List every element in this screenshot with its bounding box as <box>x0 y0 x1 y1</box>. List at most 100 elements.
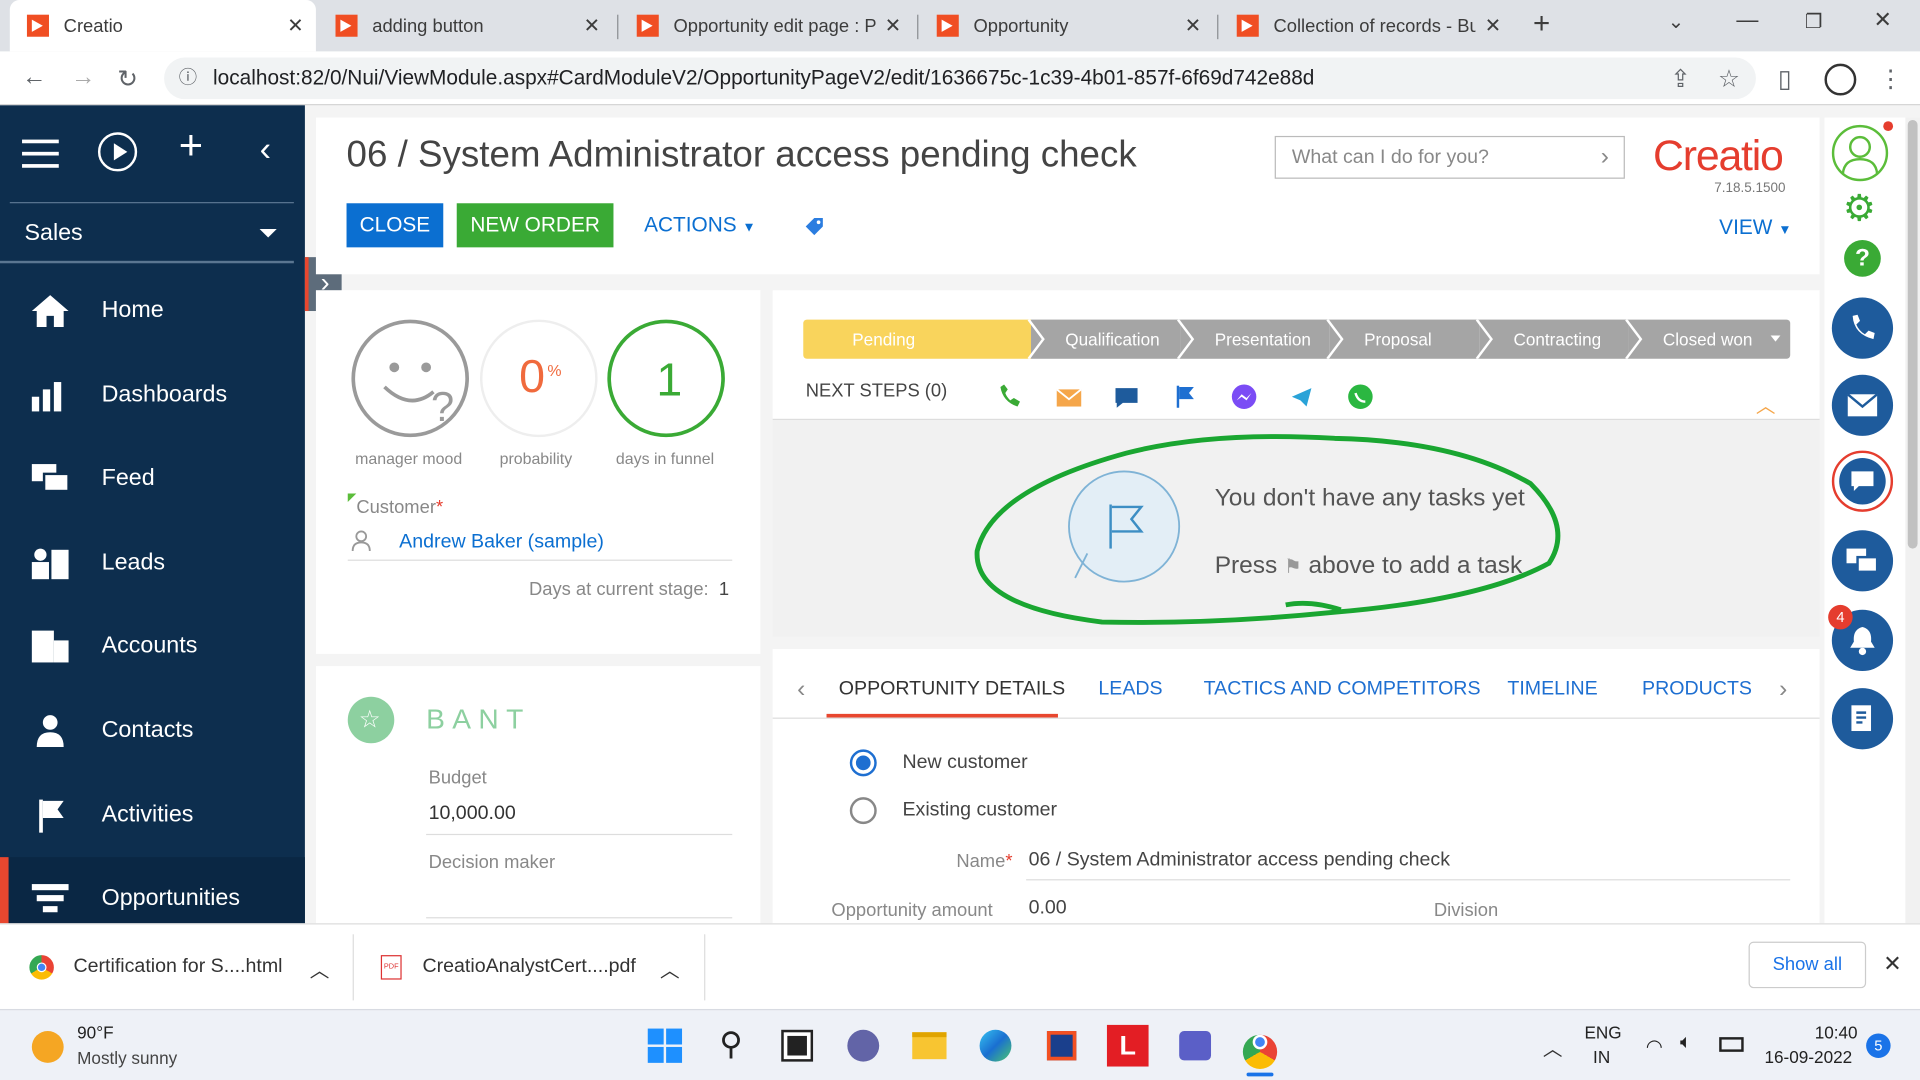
actions-button[interactable]: ACTIONS ▼ <box>644 213 756 237</box>
phone-button[interactable] <box>1831 297 1894 359</box>
browser-menu-icon[interactable]: ⋮ <box>1878 64 1902 95</box>
tab-search-icon[interactable]: ⌄ <box>1668 10 1684 34</box>
download-item-2[interactable]: CreatioAnalystCert....pdf <box>422 956 635 978</box>
next-steps-label[interactable]: NEXT STEPS (0) <box>806 381 948 402</box>
profile-avatar-icon[interactable] <box>1824 63 1857 96</box>
feed-button[interactable] <box>1831 530 1894 592</box>
edge-icon[interactable] <box>975 1025 1017 1067</box>
download-1-menu-icon[interactable]: ︿ <box>310 954 330 983</box>
site-info-icon[interactable]: ⓘ <box>179 58 197 100</box>
sidebar-item-activities[interactable]: Activities <box>0 774 305 857</box>
clock-date[interactable]: 16-09-2022 <box>1764 1047 1852 1067</box>
close-button[interactable]: CLOSE <box>346 203 444 248</box>
manager-mood-gauge[interactable]: ? <box>351 319 469 438</box>
existing-customer-radio[interactable] <box>849 797 877 825</box>
download-item-1[interactable]: Certification for S....html <box>73 956 282 978</box>
windows-start-icon[interactable] <box>644 1025 686 1067</box>
share-icon[interactable]: ⇪ <box>1670 64 1691 95</box>
close-tab-icon[interactable]: ✕ <box>584 13 600 37</box>
minimize-icon[interactable]: — <box>1736 7 1758 33</box>
search-icon[interactable]: ⚲ <box>710 1025 752 1067</box>
chrome-icon[interactable] <box>1239 1025 1281 1069</box>
opportunity-amount-field[interactable]: 0.00 <box>1029 898 1067 920</box>
sidebar-item-label: Leads <box>101 549 166 576</box>
battery-icon[interactable] <box>1719 1037 1744 1052</box>
probability-gauge[interactable]: 0% <box>480 319 598 438</box>
volume-icon[interactable]: 🔈︎ <box>1680 1032 1692 1054</box>
back-icon[interactable]: ← <box>22 64 46 92</box>
workplace-selector[interactable]: Sales <box>24 220 82 247</box>
task-view-icon[interactable] <box>776 1025 818 1067</box>
sidebar-item-dashboards[interactable]: Dashboards <box>0 354 305 437</box>
new-tab-icon[interactable]: + <box>1533 7 1550 41</box>
days-in-funnel-gauge[interactable]: 1 <box>607 319 725 438</box>
close-downloads-icon[interactable]: ✕ <box>1883 951 1901 977</box>
view-button[interactable]: VIEW ▼ <box>1719 216 1791 240</box>
tray-overflow-icon[interactable]: ︿ <box>1543 1032 1563 1061</box>
sidebar-item-home[interactable]: Home <box>0 269 305 352</box>
tab-opportunity-details[interactable]: OPPORTUNITY DETAILS <box>839 678 1065 700</box>
email-button[interactable] <box>1831 374 1894 436</box>
show-all-button[interactable]: Show all <box>1748 941 1867 989</box>
add-icon[interactable]: + <box>179 125 203 167</box>
tag-icon[interactable] <box>803 216 825 238</box>
tab-collection[interactable]: Collection of records - Bu ✕ <box>1220 0 1514 51</box>
scrollbar-track[interactable] <box>1905 117 1920 924</box>
notification-count-badge[interactable]: 5 <box>1866 1033 1891 1058</box>
sidebar-item-feed[interactable]: Feed <box>0 437 305 520</box>
close-tab-icon[interactable]: ✕ <box>885 13 901 37</box>
forward-icon[interactable]: → <box>71 64 95 92</box>
tab-leads[interactable]: LEADS <box>1098 678 1162 700</box>
teams-icon[interactable] <box>1173 1025 1215 1067</box>
settings-gear-icon[interactable]: ⚙ <box>1843 189 1876 231</box>
workplace-dropdown-icon[interactable] <box>259 228 277 238</box>
sidebar-item-leads[interactable]: Leads <box>0 522 305 605</box>
user-profile-icon[interactable] <box>1831 124 1889 182</box>
lastpass-icon[interactable]: L <box>1106 1024 1149 1067</box>
new-customer-radio[interactable] <box>849 749 877 777</box>
tabs-scroll-right-icon[interactable]: › <box>1779 676 1787 704</box>
tab-title: Creatio <box>63 15 123 37</box>
close-tab-icon[interactable]: ✕ <box>1185 13 1201 37</box>
sidebar-item-contacts[interactable]: Contacts <box>0 689 305 772</box>
chat-button[interactable] <box>1831 450 1894 512</box>
tab-opportunity[interactable]: Opportunity ✕ <box>920 0 1214 51</box>
process-run-icon[interactable] <box>97 132 138 172</box>
new-order-button[interactable]: NEW ORDER <box>456 203 614 248</box>
store-icon[interactable] <box>1041 1025 1083 1067</box>
close-window-icon[interactable]: ✕ <box>1873 7 1891 33</box>
collapse-up-icon[interactable]: ︿ <box>1756 389 1776 418</box>
close-tab-icon[interactable]: ✕ <box>1485 13 1501 37</box>
wifi-icon[interactable]: ◠ <box>1646 1035 1663 1059</box>
tasks-button[interactable] <box>1831 688 1894 750</box>
command-search-input[interactable]: What can I do for you? › <box>1274 135 1625 179</box>
scrollbar-thumb[interactable] <box>1907 120 1918 549</box>
name-field[interactable]: 06 / System Administrator access pending… <box>1029 850 1450 872</box>
download-2-menu-icon[interactable]: ︿ <box>660 954 680 983</box>
language-indicator[interactable]: ENG <box>1584 1022 1621 1042</box>
customer-link[interactable]: Andrew Baker (sample) <box>399 531 604 553</box>
clock-time[interactable]: 10:40 <box>1815 1022 1858 1042</box>
tab-adding-button[interactable]: adding button ✕ <box>318 0 612 51</box>
tab-creatio[interactable]: Creatio ✕ <box>9 0 316 52</box>
tabs-scroll-left-icon[interactable]: ‹ <box>797 676 805 704</box>
tab-products[interactable]: PRODUCTS <box>1642 678 1752 700</box>
tab-opportunity-edit[interactable]: Opportunity edit page : P ✕ <box>620 0 914 51</box>
file-explorer-icon[interactable] <box>909 1025 951 1067</box>
weather-sun-icon[interactable] <box>31 1031 64 1063</box>
tab-timeline[interactable]: TIMELINE <box>1507 678 1597 700</box>
tab-tactics-competitors[interactable]: TACTICS AND COMPETITORS <box>1204 678 1481 700</box>
sidebar-item-accounts[interactable]: Accounts <box>0 605 305 688</box>
budget-field[interactable]: 10,000.00 <box>429 803 516 825</box>
restore-icon[interactable]: ❐ <box>1805 10 1823 34</box>
help-icon[interactable]: ? <box>1844 240 1881 277</box>
url-input[interactable]: ⓘ localhost:82/0/Nui/ViewModule.aspx#Card… <box>164 57 1756 100</box>
close-tab-icon[interactable]: ✕ <box>287 13 303 37</box>
collapse-icon[interactable]: ‹ <box>260 132 271 166</box>
hamburger-menu-icon[interactable] <box>22 139 59 168</box>
reload-icon[interactable]: ↻ <box>118 64 139 95</box>
sidepanel-icon[interactable]: ▯ <box>1778 64 1791 95</box>
bookmark-star-icon[interactable]: ☆ <box>1718 64 1740 95</box>
tab-title: Collection of records - Bu <box>1273 15 1476 37</box>
teams-chat-icon[interactable] <box>842 1025 884 1067</box>
